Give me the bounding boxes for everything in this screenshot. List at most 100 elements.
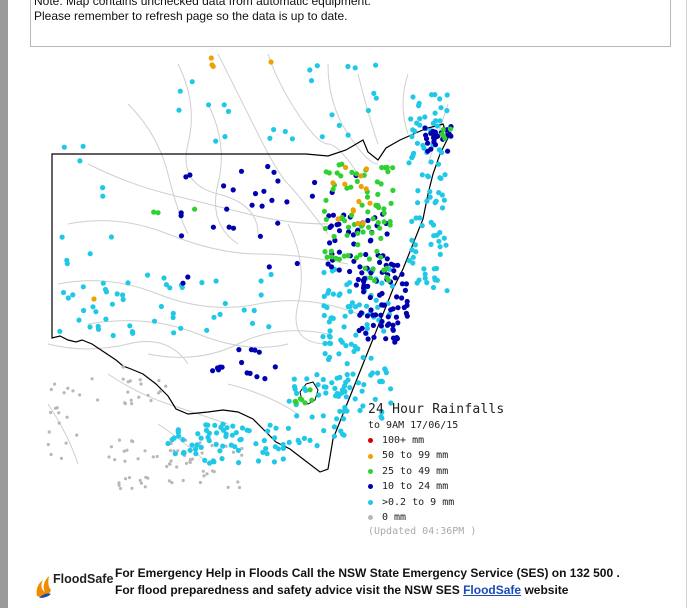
station-dot — [360, 354, 366, 361]
station-dot — [95, 326, 102, 332]
station-dot — [261, 188, 267, 194]
station-dot — [226, 224, 232, 230]
station-dot — [223, 433, 229, 439]
legend-dot-icon — [368, 499, 373, 505]
station-dot — [155, 454, 159, 459]
station-dot — [130, 439, 134, 443]
station-dot — [301, 385, 307, 391]
station-dot — [282, 128, 288, 135]
station-dot — [382, 165, 388, 171]
station-dot — [178, 213, 184, 219]
station-dot — [427, 194, 433, 200]
station-dot — [415, 200, 421, 206]
station-dot — [280, 456, 286, 462]
station-dot — [437, 96, 443, 102]
station-dot — [364, 303, 370, 309]
station-dot — [324, 304, 330, 311]
station-dot — [359, 388, 365, 394]
station-dot — [320, 334, 326, 340]
station-dot — [262, 376, 268, 382]
legend-title: 24 Hour Rainfalls — [368, 402, 505, 417]
station-dot — [360, 220, 366, 226]
station-dot — [356, 302, 362, 308]
station-dot — [434, 123, 440, 129]
station-dot — [235, 447, 241, 453]
station-dot — [347, 385, 353, 391]
station-dot — [249, 320, 256, 326]
legend-updated: (Updated 04:36PM ) — [368, 526, 477, 538]
station-dot — [336, 221, 342, 227]
station-dot — [350, 371, 356, 377]
station-dot — [402, 287, 408, 293]
station-dot — [365, 107, 371, 114]
station-dot — [236, 460, 242, 466]
station-dot — [356, 198, 362, 205]
station-dot — [171, 435, 177, 441]
station-dot — [307, 387, 313, 393]
rainfall-map[interactable] — [28, 44, 658, 514]
station-dot — [377, 259, 383, 265]
station-dot — [80, 284, 86, 290]
station-dot — [170, 481, 174, 485]
station-dot — [57, 328, 63, 334]
station-dot — [321, 208, 327, 214]
station-dot — [238, 168, 245, 174]
station-dot — [291, 376, 297, 382]
station-dot — [127, 476, 132, 480]
station-dot — [441, 235, 447, 241]
station-dot — [439, 131, 445, 137]
station-dot — [120, 292, 126, 298]
station-dot — [422, 125, 428, 131]
station-dot — [301, 435, 307, 441]
station-dot — [337, 408, 343, 414]
station-dot — [428, 241, 434, 247]
station-dot — [165, 440, 171, 447]
legend-dot-icon — [368, 515, 373, 521]
station-dot — [117, 483, 121, 487]
station-dot — [272, 435, 278, 441]
station-dot — [412, 128, 418, 134]
station-dot — [78, 393, 82, 397]
station-dot — [170, 310, 176, 316]
station-dot — [430, 284, 437, 291]
station-dot — [177, 88, 183, 94]
station-dot — [378, 312, 384, 318]
station-dot — [308, 78, 315, 84]
station-dot — [417, 215, 423, 221]
station-dot — [363, 251, 369, 258]
station-dot — [59, 456, 64, 460]
legend-item-zero: 0 mm — [368, 510, 504, 525]
footer-emergency-text: For Emergency Help in Floods Call the NS… — [115, 566, 620, 580]
station-dot — [378, 378, 385, 384]
station-dot — [381, 328, 387, 334]
station-dot — [410, 254, 416, 260]
station-dot — [161, 275, 167, 281]
station-dot — [210, 224, 216, 230]
station-dot — [149, 399, 153, 403]
station-dot — [209, 62, 215, 68]
station-dot — [355, 242, 361, 248]
legend-subtitle: to 9AM 17/06/15 — [368, 420, 459, 431]
station-dot — [164, 384, 168, 388]
station-dot — [346, 288, 353, 294]
station-dot — [439, 205, 446, 211]
station-dot — [265, 428, 271, 434]
footer-advice-suffix: website — [521, 583, 569, 597]
station-dot — [326, 170, 332, 176]
station-dot — [392, 275, 398, 281]
legend-label: 0 mm — [382, 511, 407, 523]
station-dot — [304, 376, 310, 382]
floodsafe-link[interactable]: FloodSafe — [463, 583, 521, 597]
station-dot — [237, 485, 242, 490]
station-dot — [352, 65, 358, 71]
station-dot — [420, 142, 426, 148]
station-dot — [336, 393, 342, 399]
station-dot — [330, 212, 336, 218]
station-dot — [328, 248, 334, 254]
station-dot — [246, 428, 252, 434]
station-dot — [236, 480, 240, 484]
station-dot — [343, 164, 349, 171]
station-dot — [136, 457, 140, 461]
station-dot — [384, 274, 390, 280]
footer-advice-text: For flood preparedness and safety advice… — [115, 583, 568, 597]
